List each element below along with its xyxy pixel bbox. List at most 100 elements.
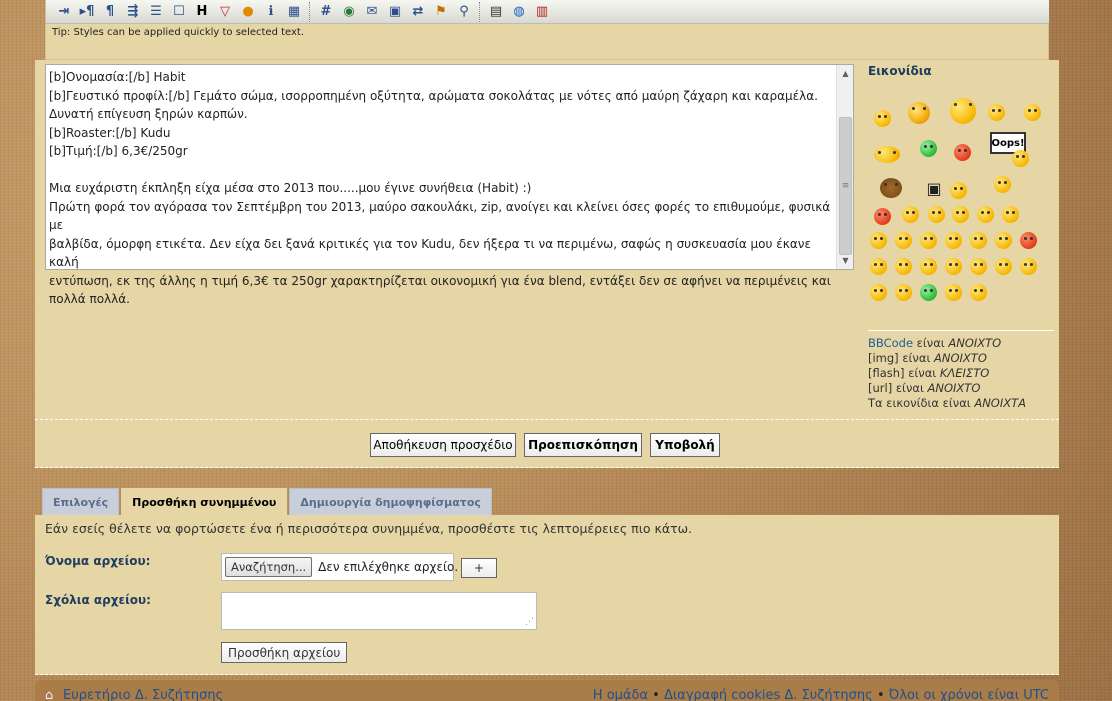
exclaim-icon[interactable] bbox=[995, 258, 1012, 275]
footer-right: Η ομάδα • Διαγραφή cookies Δ. Συζήτησης … bbox=[593, 688, 1049, 701]
smiley-icon[interactable] bbox=[970, 232, 987, 249]
smiley-icon[interactable] bbox=[977, 206, 994, 223]
smiley-icon[interactable] bbox=[1012, 150, 1029, 167]
smiley-icon[interactable] bbox=[988, 104, 1005, 121]
smiley-icon[interactable] bbox=[895, 258, 912, 275]
message-line: Δυνατή επίγευση ξηρών καρπών. bbox=[49, 107, 248, 121]
hash-icon[interactable]: # bbox=[316, 2, 336, 22]
team-link[interactable]: Η ομάδα bbox=[593, 688, 648, 701]
filename-label: Όνομα αρχείου: bbox=[45, 554, 151, 568]
arrow-icon[interactable] bbox=[870, 284, 887, 301]
mail-icon[interactable]: ✉ bbox=[362, 2, 382, 22]
smiley-icon[interactable] bbox=[945, 258, 962, 275]
flash-state: ΚΛΕΙΣΤΟ bbox=[939, 366, 990, 380]
bbcode-link[interactable]: BBCode bbox=[868, 336, 913, 350]
smiley-icon[interactable] bbox=[870, 232, 887, 249]
quote-icon[interactable]: ⇥ bbox=[54, 2, 74, 22]
search-icon[interactable]: ⚲ bbox=[454, 2, 474, 22]
smiley-icon[interactable] bbox=[920, 258, 937, 275]
no-file-text: Δεν επιλέχθηκε αρχείο. bbox=[318, 560, 459, 574]
book-icon[interactable]: ▥ bbox=[532, 2, 552, 22]
tab-poll[interactable]: Δημιουργία δημοψηφίσματος bbox=[289, 488, 492, 515]
smiley-icon[interactable] bbox=[880, 178, 902, 198]
board-index-link[interactable]: Ευρετήριο Δ. Συζήτησης bbox=[63, 688, 223, 701]
attachment-info: Εάν εσείς θέλετε να φορτώσετε ένα ή περι… bbox=[45, 521, 693, 536]
outdent-icon[interactable]: ☰ bbox=[146, 2, 166, 22]
tab-options[interactable]: Επιλογές bbox=[42, 488, 120, 515]
smiley-icon[interactable] bbox=[945, 284, 962, 301]
smiley-icon[interactable] bbox=[920, 140, 937, 157]
smilies-panel: Oops! ▣ bbox=[866, 98, 1052, 306]
question-icon[interactable] bbox=[1020, 258, 1037, 275]
smiley-icon[interactable] bbox=[950, 98, 976, 124]
blank-icon[interactable]: ☐ bbox=[169, 2, 189, 22]
indent-icon[interactable]: ⇶ bbox=[123, 2, 143, 22]
smiley-icon[interactable] bbox=[902, 206, 919, 223]
scroll-down-arrow-icon[interactable]: ▼ bbox=[837, 252, 854, 269]
scroll-thumb[interactable]: ≡ bbox=[839, 117, 852, 255]
delete-cookies-link[interactable]: Διαγραφή cookies Δ. Συζήτησης bbox=[664, 688, 873, 701]
resize-grip-icon[interactable]: ⋰ bbox=[525, 617, 534, 627]
smiley-icon[interactable] bbox=[920, 284, 937, 301]
smiley-icon[interactable] bbox=[1020, 232, 1037, 249]
submit-button[interactable]: Υποβολή bbox=[650, 433, 720, 457]
smiley-icon[interactable] bbox=[920, 232, 937, 249]
image-icon[interactable]: ▣ bbox=[385, 2, 405, 22]
bbcode-state: ΑΝΟΙΧΤΟ bbox=[948, 336, 1002, 350]
table-icon[interactable]: ▦ bbox=[284, 2, 304, 22]
file-input[interactable]: Αναζήτηση... Δεν επιλέχθηκε αρχείο. bbox=[221, 553, 458, 581]
smiley-icon[interactable] bbox=[870, 258, 887, 275]
message-textarea[interactable]: [b]Ονομασία:[/b] Habit [b]Γευστικό προφί… bbox=[45, 64, 854, 306]
computer-icon[interactable]: ▣ bbox=[924, 178, 944, 198]
smiley-icon[interactable] bbox=[954, 144, 971, 161]
media-icon[interactable]: ◍ bbox=[509, 2, 529, 22]
warning-icon[interactable]: ▽ bbox=[215, 2, 235, 22]
url-state: ΑΝΟΙΧΤΟ bbox=[927, 381, 981, 395]
info-icon[interactable]: ℹ bbox=[261, 2, 281, 22]
bbcode-text: είναι bbox=[913, 336, 949, 350]
flag-icon[interactable]: ⚑ bbox=[431, 2, 451, 22]
smiley-icon[interactable] bbox=[908, 102, 930, 124]
smiley-icon[interactable] bbox=[895, 232, 912, 249]
smiley-icon[interactable] bbox=[874, 146, 900, 163]
smiley-icon[interactable] bbox=[945, 232, 962, 249]
smilies-divider bbox=[868, 330, 1054, 331]
browse-button[interactable]: Αναζήτηση... bbox=[225, 557, 313, 577]
heading-icon[interactable]: H bbox=[192, 2, 212, 22]
swap-icon[interactable]: ⇄ bbox=[408, 2, 428, 22]
file-comment-label: Σχόλια αρχείου: bbox=[45, 593, 151, 607]
smiley-icon[interactable] bbox=[970, 284, 987, 301]
flash-text: [flash] είναι bbox=[868, 366, 940, 380]
attachment-panel: Εάν εσείς θέλετε να φορτώσετε ένα ή περι… bbox=[35, 515, 1059, 675]
editor-toolbar-panel: ⇥ ▸¶ ¶ ⇶ ☰ ☐ H ▽ ● ℹ ▦ # ◉ ✉ ▣ ⇄ ⚑ ⚲ ▤ ◍… bbox=[45, 0, 1049, 60]
file-comment-input[interactable]: ⋰ bbox=[221, 592, 537, 630]
add-file-button[interactable]: Προσθήκη αρχείου bbox=[221, 642, 348, 663]
tab-attachments[interactable]: Προσθήκη συνημμένου bbox=[121, 488, 288, 516]
spoiler-icon[interactable]: ● bbox=[238, 2, 258, 22]
scroll-up-arrow-icon[interactable]: ▲ bbox=[837, 65, 854, 82]
timezone-text: Όλοι οι χρόνοι είναι UTC bbox=[888, 688, 1049, 701]
smiley-icon[interactable] bbox=[874, 110, 891, 127]
smiley-icon[interactable] bbox=[928, 206, 945, 223]
smiley-icon[interactable] bbox=[874, 208, 891, 225]
globe-icon[interactable]: ◉ bbox=[339, 2, 359, 22]
save-draft-button[interactable]: Αποθήκευση προσχέδιο bbox=[370, 433, 516, 457]
smiley-icon[interactable] bbox=[895, 284, 912, 301]
submit-bar: Αποθήκευση προσχέδιο Προεπισκόπηση Υποβο… bbox=[35, 420, 1059, 468]
smiley-icon[interactable] bbox=[1002, 206, 1019, 223]
smiley-icon[interactable] bbox=[1024, 104, 1041, 121]
toolbar-tip: Tip: Styles can be applied quickly to se… bbox=[52, 27, 305, 38]
smiley-icon[interactable] bbox=[995, 232, 1012, 249]
smiley-icon[interactable] bbox=[950, 182, 967, 199]
film-icon[interactable]: ▤ bbox=[486, 2, 506, 22]
add-another-button[interactable]: + bbox=[461, 558, 497, 578]
preview-button[interactable]: Προεπισκόπηση bbox=[524, 433, 642, 457]
textarea-scrollbar[interactable]: ▲ ≡ ▼ bbox=[836, 65, 853, 269]
smiley-icon[interactable] bbox=[994, 176, 1011, 193]
smiley-icon[interactable] bbox=[970, 258, 987, 275]
message-line: [b]Roaster:[/b] Kudu bbox=[49, 125, 171, 140]
paragraph-icon[interactable]: ¶ bbox=[100, 2, 120, 22]
bbcode-status: BBCode είναι ΑΝΟΙΧΤΟ [img] είναι ΑΝΟΙΧΤΟ… bbox=[868, 336, 1026, 411]
list-icon[interactable]: ▸¶ bbox=[77, 2, 97, 22]
smiley-icon[interactable] bbox=[952, 206, 969, 223]
